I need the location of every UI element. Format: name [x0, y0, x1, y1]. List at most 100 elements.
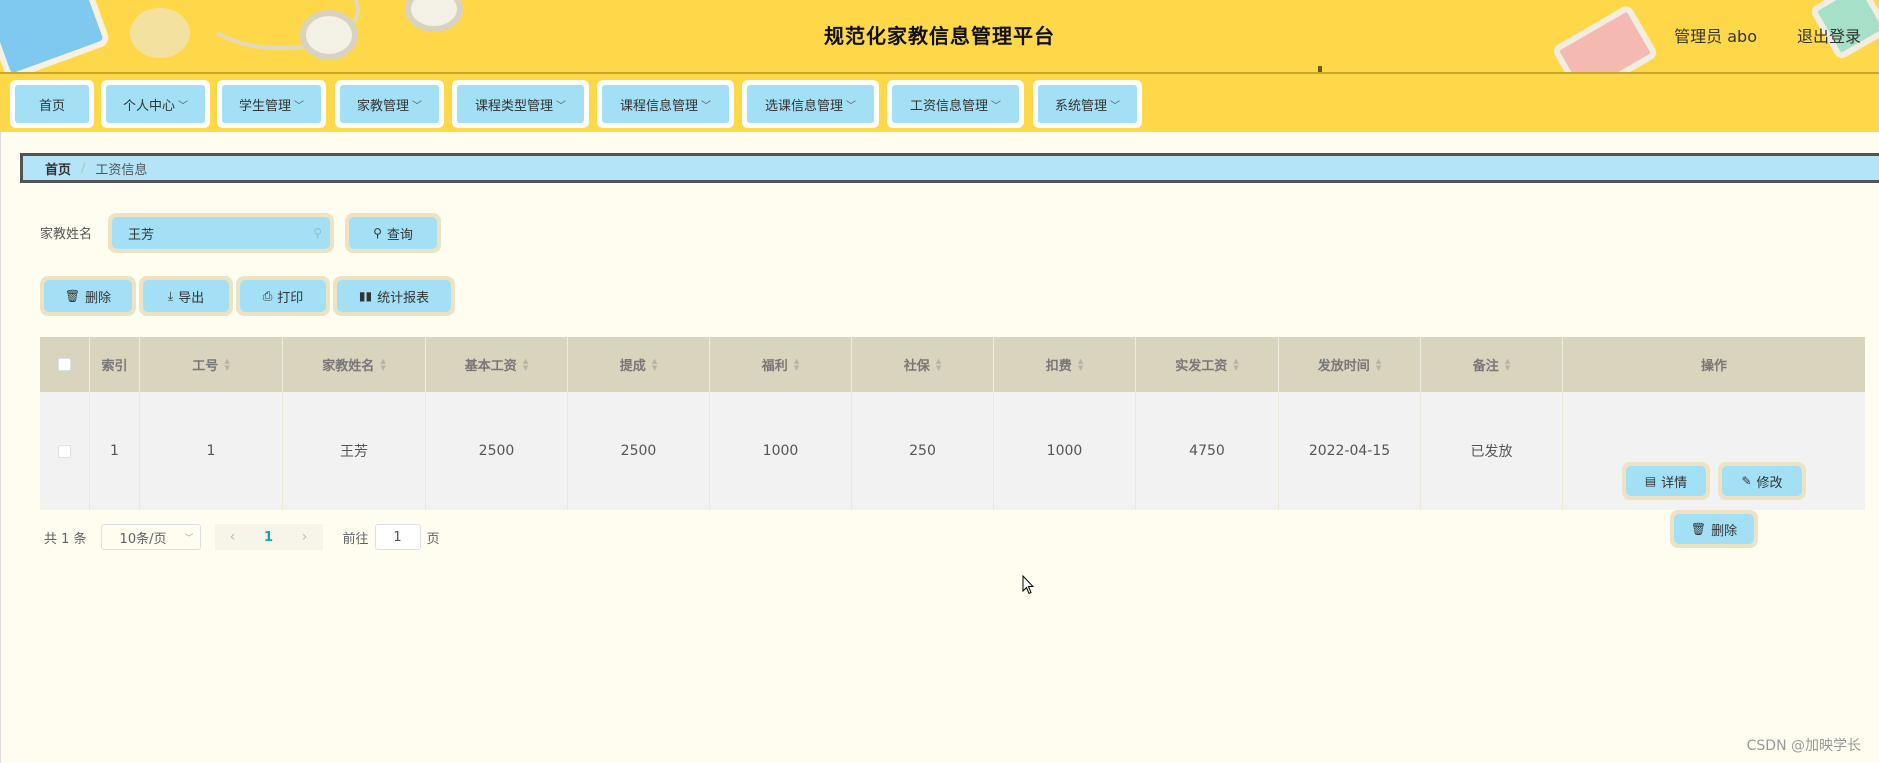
print-button[interactable]: ⎙ 打印: [240, 280, 326, 312]
select-all-cell: [40, 337, 90, 392]
nav-item-course-info-management[interactable]: 课程信息管理 ﹀: [597, 80, 734, 128]
chevron-down-icon: ﹀: [294, 100, 304, 112]
table-row: 1 1 王芳 2500 2500 1000 250 1000 4750 2022…: [40, 392, 1865, 548]
nav-item-personal-center[interactable]: 个人中心 ﹀: [101, 80, 210, 128]
chevron-down-icon: ﹀: [556, 100, 566, 112]
goto-page-input[interactable]: [374, 524, 421, 550]
nav-item-system-management[interactable]: 系统管理 ﹀: [1033, 80, 1142, 128]
column-header-welfare[interactable]: 福利 ▲ ▼: [710, 337, 852, 392]
page-number-current[interactable]: 1: [251, 530, 287, 545]
nav-item-course-type-management[interactable]: 课程类型管理 ﹀: [452, 80, 589, 128]
breadcrumb-home-link[interactable]: 首页: [45, 159, 71, 178]
column-header-commission[interactable]: 提成 ▲ ▼: [568, 337, 710, 392]
sort-icon[interactable]: ▲ ▼: [652, 357, 657, 372]
edit-button-wrapper: ✎ 修改: [1718, 462, 1806, 500]
breadcrumb-current: 工资信息: [95, 162, 148, 178]
nav-item-label: 系统管理: [1054, 98, 1107, 114]
search-icon: ⚲: [313, 226, 322, 240]
cell-name: 王芳: [283, 392, 426, 510]
nav-item-label: 学生管理: [238, 98, 291, 114]
search-label: 家教姓名: [40, 227, 93, 242]
cell-net-salary: 4750: [1136, 392, 1279, 510]
sort-icon[interactable]: ▲ ▼: [936, 357, 941, 372]
column-header-label: 福利: [761, 359, 788, 374]
sort-icon[interactable]: ▲ ▼: [1376, 357, 1381, 372]
sort-icon[interactable]: ▲ ▼: [1505, 357, 1510, 372]
breadcrumb-separator: /: [81, 160, 86, 176]
query-button[interactable]: ⚲ 查询: [349, 217, 437, 249]
edit-button[interactable]: ✎ 修改: [1722, 466, 1802, 496]
tutor-name-search-input[interactable]: [112, 217, 292, 249]
row-checkbox[interactable]: [58, 444, 71, 458]
export-button[interactable]: ⤓ 导出: [143, 280, 229, 312]
cell-commission: 2500: [568, 392, 710, 510]
statistics-report-button[interactable]: ▮▮ 统计报表: [337, 280, 451, 312]
chevron-down-icon: ﹀: [701, 100, 711, 112]
download-icon: ⤓: [167, 288, 174, 303]
query-button-label: 查询: [386, 227, 413, 243]
row-delete-button-wrapper: 🗑 删除: [1670, 510, 1758, 548]
cell-actions: ▤ 详情 ✎ 修改 🗑 删除: [1563, 392, 1865, 548]
column-header-base-salary[interactable]: 基本工资 ▲ ▼: [426, 337, 568, 392]
nav-item-tutor-management[interactable]: 家教管理 ﹀: [335, 80, 444, 128]
column-header-deduction[interactable]: 扣费 ▲ ▼: [994, 337, 1136, 392]
detail-button[interactable]: ▤ 详情: [1626, 466, 1706, 496]
detail-button-wrapper: ▤ 详情: [1622, 462, 1710, 500]
edit-button-label: 修改: [1756, 475, 1783, 491]
nav-item-label: 课程信息管理: [619, 98, 698, 114]
nav-item-salary-management[interactable]: 工资信息管理 ﹀: [887, 80, 1024, 128]
print-button-wrapper: ⎙ 打印: [236, 276, 330, 316]
sort-icon[interactable]: ▲ ▼: [523, 357, 528, 372]
sort-icon[interactable]: ▲ ▼: [794, 357, 799, 372]
column-header-index: 索引: [90, 337, 140, 392]
delete-button-label: 删除: [85, 290, 112, 306]
nav-item-enrollment-management[interactable]: 选课信息管理 ﹀: [742, 80, 879, 128]
logout-link[interactable]: 退出登录: [1797, 23, 1861, 47]
chevron-down-icon: ﹀: [412, 100, 422, 112]
sort-icon[interactable]: ▲ ▼: [1233, 357, 1238, 372]
next-page-button[interactable]: ›: [287, 529, 323, 545]
column-header-job-no[interactable]: 工号 ▲ ▼: [140, 337, 283, 392]
cell-pay-date: 2022-04-15: [1279, 392, 1421, 510]
column-header-remark[interactable]: 备注 ▲ ▼: [1421, 337, 1563, 392]
nav-item-home[interactable]: 首页: [10, 80, 94, 128]
sort-icon[interactable]: ▲ ▼: [1078, 357, 1083, 372]
chevron-down-icon: ﹀: [846, 100, 856, 112]
nav-item-student-management[interactable]: 学生管理 ﹀: [217, 80, 326, 128]
page-title: 规范化家教信息管理平台: [824, 24, 1055, 48]
page-navigator: ‹ 1 ›: [214, 524, 323, 550]
column-header-pay-date[interactable]: 发放时间 ▲ ▼: [1279, 337, 1421, 392]
sort-icon[interactable]: ▲ ▼: [224, 357, 229, 372]
row-delete-button[interactable]: 🗑 删除: [1674, 514, 1754, 544]
prev-page-button[interactable]: ‹: [215, 529, 251, 545]
report-button-wrapper: ▮▮ 统计报表: [333, 276, 455, 316]
row-delete-button-label: 删除: [1711, 523, 1738, 539]
detail-button-label: 详情: [1661, 475, 1688, 491]
top-nav: 首页 个人中心 ﹀ 学生管理 ﹀ 家教管理 ﹀ 课程类型管理 ﹀ 课程信息管理 ﹀ 选课信…: [0, 74, 1879, 132]
admin-user-label: 管理员 abo: [1674, 27, 1757, 46]
goto-suffix: 页: [426, 531, 440, 547]
delete-button[interactable]: 🗑 删除: [44, 280, 132, 312]
column-header-actions: 操作: [1563, 337, 1865, 392]
trash-icon: 🗑: [64, 289, 81, 303]
chevron-down-icon: ﹀: [991, 100, 1001, 112]
page-left-border: [0, 132, 1, 763]
table-header: 索引 工号 ▲ ▼ 家教姓名 ▲ ▼ 基本工资 ▲ ▼ 提成 ▲ ▼ 福利 ▲ ▼ 社保 ▲ ▼ 扣费 ▲…: [40, 337, 1865, 392]
cell-deduction: 1000: [994, 392, 1136, 510]
document-icon: ▤: [1644, 474, 1657, 488]
delete-button-wrapper: 🗑 删除: [40, 276, 136, 316]
page-size-select[interactable]: 10条/页 ﹀: [100, 524, 201, 550]
query-button-wrapper: ⚲ 查询: [345, 213, 441, 253]
select-all-checkbox[interactable]: [58, 358, 71, 371]
page-size-value: 10条/页: [119, 531, 167, 547]
column-header-social-security[interactable]: 社保 ▲ ▼: [852, 337, 994, 392]
column-header-name[interactable]: 家教姓名 ▲ ▼: [283, 337, 426, 392]
column-header-label: 发放时间: [1317, 359, 1370, 374]
column-header-label: 工号: [192, 359, 219, 374]
column-header-net-salary[interactable]: 实发工资 ▲ ▼: [1136, 337, 1279, 392]
salary-table: 索引 工号 ▲ ▼ 家教姓名 ▲ ▼ 基本工资 ▲ ▼ 提成 ▲ ▼ 福利 ▲ ▼ 社保 ▲ ▼ 扣费 ▲…: [40, 337, 1865, 548]
column-header-label: 基本工资: [464, 359, 517, 374]
column-header-label: 实发工资: [1175, 359, 1228, 374]
printer-icon: ⎙: [262, 288, 273, 303]
sort-icon[interactable]: ▲ ▼: [380, 357, 385, 372]
